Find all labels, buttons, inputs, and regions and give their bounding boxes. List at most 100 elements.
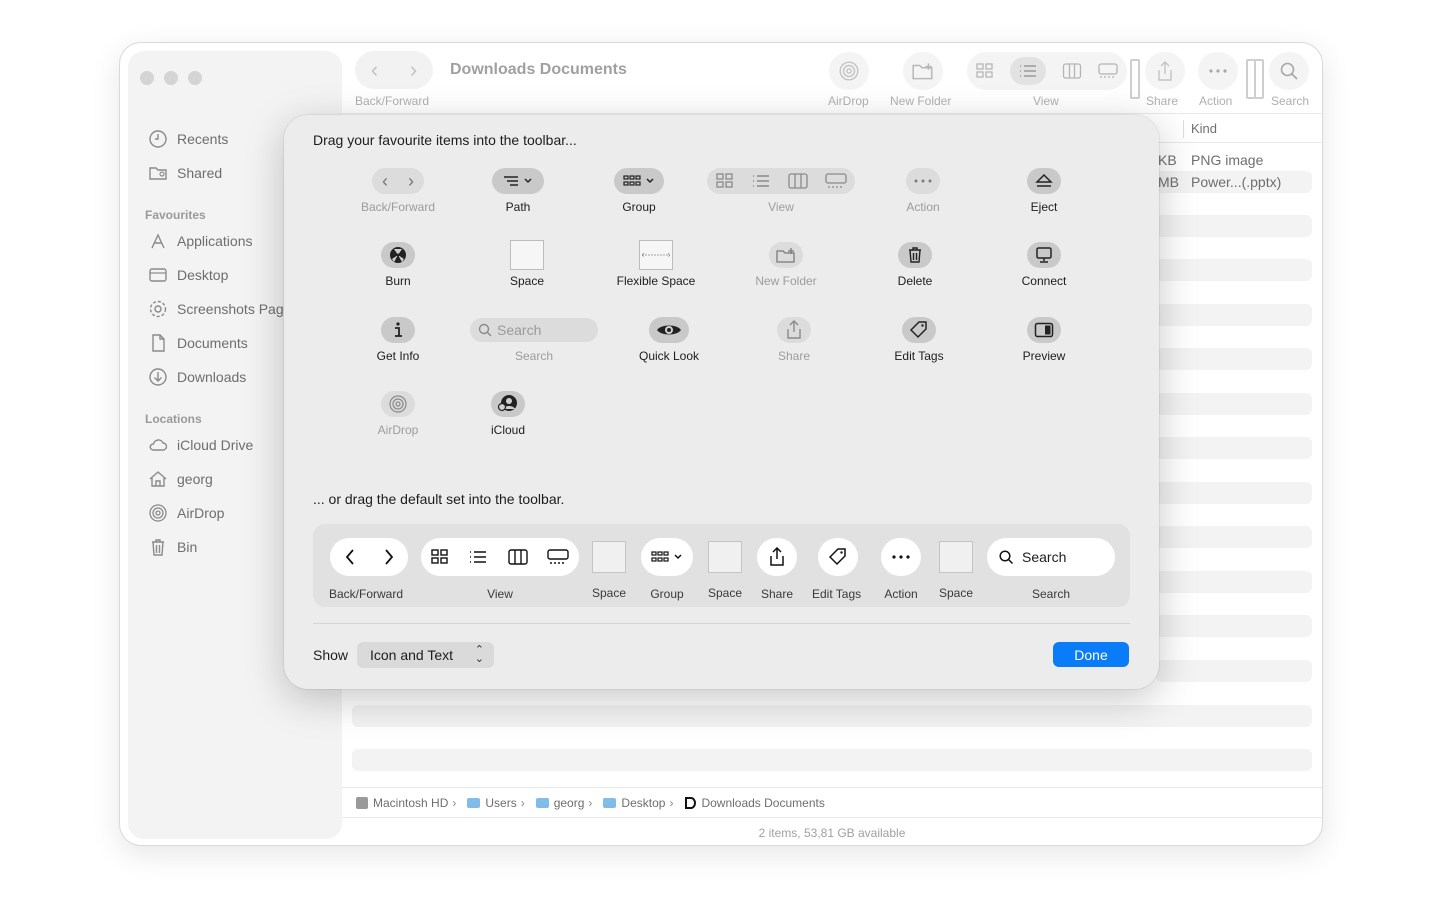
list-view-icon[interactable] xyxy=(1010,57,1047,85)
palette-new-folder[interactable]: New Folder xyxy=(721,242,851,288)
column-view-icon[interactable] xyxy=(1062,62,1082,80)
airdrop-button[interactable] xyxy=(829,52,869,90)
palette-action[interactable]: Action xyxy=(858,168,988,214)
path-crumb-users[interactable]: Users › xyxy=(467,796,529,810)
palette-share[interactable]: Share xyxy=(729,317,859,363)
share-label: Share xyxy=(1146,94,1179,108)
path-crumb-georg[interactable]: georg › xyxy=(535,796,598,810)
more-icon xyxy=(906,168,940,194)
palette-label: Back/Forward xyxy=(360,200,436,214)
palette-view[interactable]: View xyxy=(706,168,856,214)
chevron-right-icon: › xyxy=(669,795,674,810)
row-stripe xyxy=(352,749,1312,771)
sidebar-item-airdrop[interactable]: AirDrop xyxy=(148,500,224,526)
gallery-view-icon[interactable] xyxy=(1097,62,1119,80)
default-label: Edit Tags xyxy=(812,587,862,601)
eye-icon xyxy=(649,317,689,343)
new-folder-button[interactable] xyxy=(903,52,943,90)
path-crumb-macintosh-hd[interactable]: Macintosh HD › xyxy=(356,796,461,810)
palette-label: Get Info xyxy=(376,349,420,363)
sidebar-item-icloud-drive[interactable]: iCloud Drive xyxy=(148,432,253,458)
kind-column-header[interactable]: Kind xyxy=(1191,121,1217,136)
palette-label: Edit Tags xyxy=(894,349,944,363)
airdrop-icon xyxy=(839,61,859,81)
palette-connect[interactable]: Connect xyxy=(979,242,1109,288)
zoom-button[interactable] xyxy=(188,71,202,85)
palette-label: Connect xyxy=(1021,274,1067,288)
palette-delete[interactable]: Delete xyxy=(850,242,980,288)
chevron-up-down-icon: ⌃ ⌄ xyxy=(474,644,484,665)
sidebar-item-applications[interactable]: Applications xyxy=(148,228,253,254)
palette-label: Space xyxy=(509,274,545,288)
sidebar-item-screenshots[interactable]: Screenshots Pag xyxy=(148,296,284,322)
crumb-label: Desktop xyxy=(621,795,666,810)
cloud-icon xyxy=(149,439,168,451)
palette-quick-look[interactable]: Quick Look xyxy=(604,317,734,363)
sidebar-item-shared[interactable]: Shared xyxy=(148,160,222,186)
action-label: Action xyxy=(1199,94,1233,108)
view-icon xyxy=(421,538,579,576)
default-share: Share xyxy=(757,538,797,601)
default-edit-tags: Edit Tags xyxy=(812,538,861,601)
action-button[interactable] xyxy=(1198,52,1238,90)
sidebar-item-downloads[interactable]: Downloads xyxy=(148,364,246,390)
show-label: Show xyxy=(313,647,349,663)
preview-icon xyxy=(1027,317,1061,343)
default-space: Space xyxy=(935,538,977,600)
row-stripe xyxy=(1156,526,1312,548)
path-bar: Macintosh HD › Users › georg › Desktop › Dow… xyxy=(342,787,1322,817)
sidebar-item-desktop[interactable]: Desktop xyxy=(148,262,228,288)
path-crumb-downloads-documents[interactable]: Downloads Documents xyxy=(684,796,825,810)
share-button[interactable] xyxy=(1145,52,1185,90)
sidebar-item-bin[interactable]: Bin xyxy=(148,534,197,560)
default-toolbar-set[interactable]: Back/Forward View Space Group Space Shar… xyxy=(313,524,1130,607)
forward-icon[interactable]: › xyxy=(410,57,417,83)
disk-icon xyxy=(356,796,368,809)
sidebar-item-label: Documents xyxy=(177,335,248,351)
sidebar-item-recents[interactable]: Recents xyxy=(148,126,228,152)
close-button[interactable] xyxy=(140,71,154,85)
chevron-right-icon: › xyxy=(520,795,525,810)
palette-get-info[interactable]: Get Info xyxy=(333,317,463,363)
row-stripe xyxy=(1156,304,1312,326)
row-stripe xyxy=(352,705,1312,727)
show-select[interactable]: Icon and Text ⌃ ⌄ xyxy=(357,642,494,668)
favourites-heading: Favourites xyxy=(145,208,206,222)
default-label: Space xyxy=(938,586,974,600)
new-folder-icon xyxy=(912,63,933,80)
palette-preview[interactable]: Preview xyxy=(979,317,1109,363)
path-crumb-desktop[interactable]: Desktop › xyxy=(603,796,678,810)
done-button[interactable]: Done xyxy=(1053,642,1129,667)
palette-search[interactable]: Search Search xyxy=(469,317,599,363)
back-forward-icon: ‹ › xyxy=(372,168,424,194)
app-document-icon xyxy=(685,796,697,809)
back-icon[interactable]: ‹ xyxy=(371,57,378,83)
row-stripe xyxy=(1156,259,1312,281)
palette-space[interactable]: Space xyxy=(462,240,592,288)
palette-back-forward[interactable]: ‹ › Back/Forward xyxy=(333,168,463,214)
space-icon xyxy=(939,541,973,573)
palette-group[interactable]: Group xyxy=(574,168,704,214)
sidebar-item-documents[interactable]: Documents xyxy=(148,330,248,356)
share-icon xyxy=(777,317,811,343)
palette-eject[interactable]: Eject xyxy=(979,168,1109,214)
search-button[interactable] xyxy=(1269,52,1309,90)
back-forward-control[interactable]: ‹ › xyxy=(355,51,433,89)
row-stripe xyxy=(1156,482,1312,504)
status-bar: 2 items, 53,81 GB available xyxy=(342,817,1322,845)
minimize-button[interactable] xyxy=(164,71,178,85)
chevron-right-icon: › xyxy=(452,795,457,810)
share-icon xyxy=(757,538,797,576)
palette-path[interactable]: Path xyxy=(453,168,583,214)
palette-burn[interactable]: Burn xyxy=(333,242,463,288)
palette-flexible-space[interactable]: Flexible Space xyxy=(591,240,721,288)
sidebar-item-label: Screenshots Pag xyxy=(177,301,284,317)
palette-icloud[interactable]: iCloud xyxy=(443,391,573,437)
palette-label: New Folder xyxy=(755,274,817,288)
show-select-value: Icon and Text xyxy=(370,647,454,663)
view-control[interactable] xyxy=(967,52,1127,90)
palette-edit-tags[interactable]: Edit Tags xyxy=(854,317,984,363)
palette-label: Delete xyxy=(897,274,933,288)
sidebar-item-georg[interactable]: georg xyxy=(148,466,213,492)
icon-view-icon[interactable] xyxy=(975,62,995,80)
